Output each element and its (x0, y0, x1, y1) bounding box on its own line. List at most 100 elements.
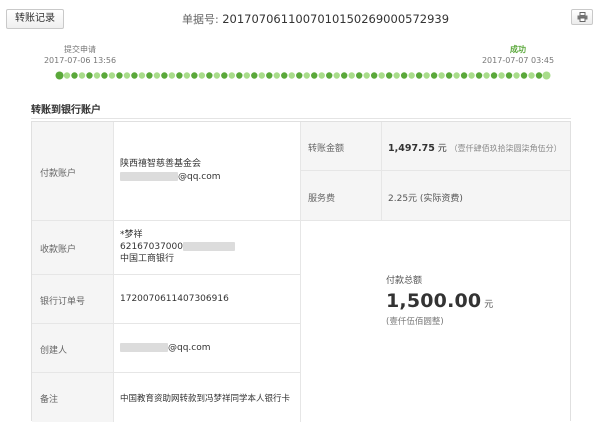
payee-label: 收款账户 (40, 245, 77, 255)
progress-dot (535, 72, 543, 79)
progress-dot (191, 72, 198, 79)
progress-dot (236, 72, 243, 79)
progress-node (542, 71, 551, 80)
progress-dot (326, 72, 333, 79)
progress-dot (161, 72, 168, 79)
note-label-cell: 备注 (32, 373, 114, 422)
payer-email: @qq.com (120, 171, 221, 184)
fee-value: 2.25元 (实际资费) (388, 194, 463, 204)
progress-dot (393, 72, 400, 79)
progress-dot (183, 72, 191, 79)
progress-dot (206, 72, 213, 79)
progress-dot (348, 72, 355, 79)
progress-dot (355, 72, 363, 79)
timeline-step-submitted: 提交申请 2017-07-06 13:56 (42, 44, 118, 66)
total-amount: 1,500.00 元 (386, 290, 493, 312)
total-amount-block: 付款总额 1,500.00 元 (壹仟伍佰圆整) (386, 273, 493, 327)
fee-value-cell: 2.25元 (实际资费) (382, 171, 570, 221)
creator-email: @qq.com (120, 343, 211, 353)
progress-dot (228, 72, 236, 79)
fee-label: 服务费 (308, 194, 336, 204)
progress-dot (475, 72, 483, 79)
progress-dot (101, 72, 108, 79)
amount-label: 转账金额 (308, 144, 345, 154)
progress-dot (423, 72, 430, 79)
progress-dot (243, 72, 251, 79)
status-timeline: 提交申请 2017-07-06 13:56 成功 2017-07-07 03:4… (0, 44, 600, 84)
total-cell: 付款总额 1,500.00 元 (壹仟伍佰圆整) (301, 221, 570, 422)
document-number-value: 2017070611007010150269000572939 (222, 12, 450, 26)
payee-account: 62167037000 (120, 241, 235, 253)
total-label: 付款总额 (386, 276, 423, 286)
step-time: 2017-07-07 03:45 (481, 56, 555, 65)
progress-dot (168, 72, 176, 79)
progress-dot (108, 72, 116, 79)
progress-node (55, 71, 64, 80)
order-label-cell: 银行订单号 (32, 275, 114, 324)
payer-name: 陕西禧智慈善基金会 (120, 159, 202, 169)
progress-dot (288, 72, 295, 79)
step-label: 成功 (510, 45, 526, 54)
note-label: 备注 (40, 395, 59, 405)
progress-dot (266, 72, 273, 79)
transfer-details-table: 付款账户 陕西禧智慈善基金会 @qq.com 收款账户 *梦祥 62167037… (31, 121, 571, 422)
progress-dot (408, 72, 415, 79)
note-text: 中国教育资助网转款到冯梦祥同学本人银行卡 (120, 394, 291, 404)
progress-dot (86, 72, 93, 79)
transfer-record-button[interactable]: 转账记录 (6, 9, 64, 29)
divider (31, 118, 571, 119)
amount-label-cell: 转账金额 (301, 122, 382, 171)
progress-dot (363, 72, 370, 79)
step-time: 2017-07-06 13:56 (43, 56, 117, 65)
amount-value: 1,497.75 元 （壹仟肆佰玖拾柒圆柒角伍分） (388, 143, 562, 154)
progress-dot (251, 72, 258, 79)
progress-dot (513, 72, 520, 79)
total-unit: 元 (484, 300, 494, 310)
progress-dot (438, 72, 445, 79)
progress-dot (153, 72, 161, 79)
printer-icon (577, 12, 588, 22)
document-number-label: 单据号: (182, 13, 219, 26)
progress-dot (468, 72, 475, 79)
timeline-step-success: 成功 2017-07-07 03:45 (480, 44, 556, 66)
creator-label-cell: 创建人 (32, 324, 114, 373)
progress-dot (430, 72, 438, 79)
step-label: 提交申请 (64, 45, 96, 54)
progress-dot (63, 72, 71, 79)
section-title: 转账到银行账户 (31, 105, 101, 116)
order-value-cell: 172007061140730691​6 (114, 275, 301, 324)
progress-dot (303, 72, 310, 79)
progress-dot (93, 72, 101, 79)
amount-value-cell: 1,497.75 元 （壹仟肆佰玖拾柒圆柒角伍分） (382, 122, 570, 171)
progress-dot (505, 72, 513, 79)
progress-dot (281, 72, 288, 79)
progress-dot (318, 72, 325, 79)
progress-dot (221, 72, 228, 79)
progress-dot (378, 72, 385, 79)
progress-dot (453, 72, 460, 79)
progress-dot (213, 72, 221, 79)
progress-dot (370, 72, 378, 79)
print-button[interactable] (571, 9, 593, 25)
progress-dot (131, 72, 138, 79)
progress-dot (498, 72, 505, 79)
progress-dot (71, 72, 78, 79)
payee-label-cell: 收款账户 (32, 221, 114, 275)
progress-dot (490, 72, 498, 79)
payer-value-cell: 陕西禧智慈善基金会 @qq.com (114, 122, 301, 221)
masked-email (120, 343, 168, 352)
progress-dot (385, 72, 393, 79)
document-number: 单据号: 2017070611007010150269000572939 (182, 11, 449, 27)
progress-dot (176, 72, 183, 79)
payee-value-cell: *梦祥 62167037000 中国工商银行 (114, 221, 301, 275)
progress-dot (296, 72, 303, 79)
order-number: 172007061140730691​6 (120, 294, 229, 304)
progress-dot (400, 72, 408, 79)
progress-dot (520, 72, 528, 79)
progress-dot (445, 72, 453, 79)
progress-dot (311, 72, 318, 79)
progress-dot (123, 72, 131, 79)
masked-account (183, 242, 235, 251)
progress-dot (198, 72, 206, 79)
note-value-cell: 中国教育资助网转款到冯梦祥同学本人银行卡 (114, 373, 301, 422)
